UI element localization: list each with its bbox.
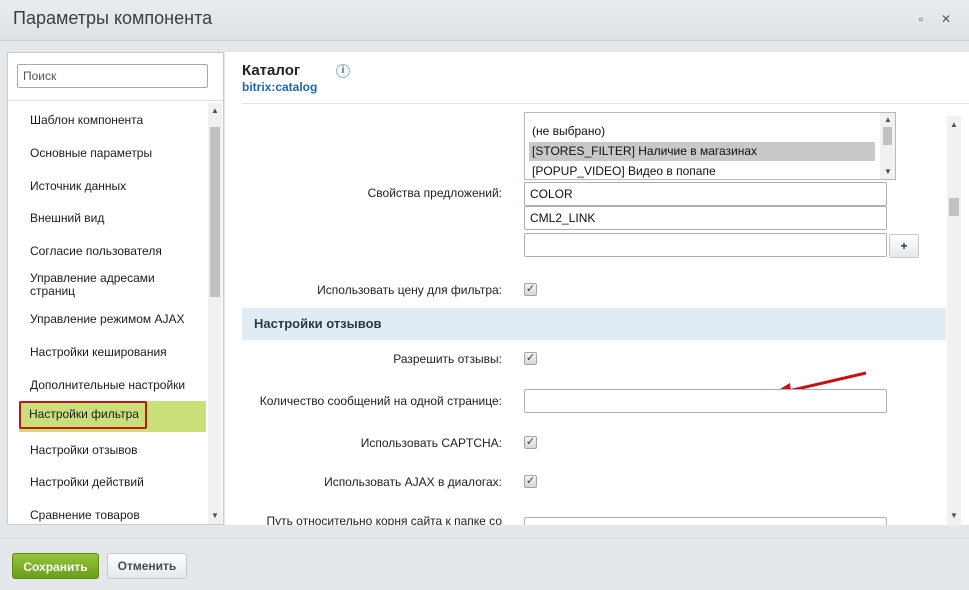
sidebar-item-appearance[interactable]: Внешний вид bbox=[19, 212, 206, 225]
multiselect-scrollbar-thumb[interactable] bbox=[883, 127, 892, 145]
sidebar-item-additional[interactable]: Дополнительные настройки bbox=[19, 379, 206, 392]
main-scrollbar-thumb[interactable] bbox=[949, 198, 959, 216]
sidebar-item-label: Управление адресами страниц bbox=[30, 271, 155, 298]
scroll-down-icon[interactable]: ▼ bbox=[950, 511, 958, 520]
use-captcha-label: Использовать CAPTCHA: bbox=[360, 436, 502, 450]
path-label: Путь относительно корня сайта к папке со bbox=[266, 514, 502, 525]
sidebar-item-label: Управление режимом AJAX bbox=[30, 312, 185, 326]
allow-reviews-checkbox[interactable]: ✓ bbox=[524, 352, 537, 365]
reviews-section-header: Настройки отзывов bbox=[242, 308, 946, 340]
scroll-down-icon[interactable]: ▼ bbox=[884, 167, 892, 176]
path-field[interactable] bbox=[524, 517, 887, 525]
sidebar-item-label: Внешний вид bbox=[30, 211, 105, 225]
sidebar-item-label: Источник данных bbox=[30, 179, 127, 193]
offer-prop-field-3[interactable] bbox=[524, 233, 887, 257]
scroll-up-icon[interactable]: ▲ bbox=[211, 106, 219, 115]
sidebar-item-user-consent[interactable]: Согласие пользователя bbox=[19, 245, 206, 258]
offer-prop-field-1[interactable]: COLOR bbox=[524, 182, 887, 206]
multiselect-scrollbar[interactable]: ▲ ▼ bbox=[880, 113, 895, 179]
sidebar-item-label: Настройки отзывов bbox=[30, 443, 138, 457]
scroll-down-icon[interactable]: ▼ bbox=[211, 511, 219, 520]
window-titlebar: Параметры компонента ▫ ✕ bbox=[0, 0, 969, 41]
sidebar-item-label: Согласие пользователя bbox=[30, 244, 162, 258]
messages-per-page-label: Количество сообщений на одной странице: bbox=[259, 394, 502, 408]
sidebar-item-caching[interactable]: Настройки кеширования bbox=[19, 346, 206, 359]
use-ajax-dialogs-checkbox[interactable]: ✓ bbox=[524, 475, 537, 488]
sidebar-item-label: Основные параметры bbox=[30, 146, 153, 160]
sidebar-item-filter-settings[interactable]: Настройки фильтра bbox=[19, 401, 206, 432]
sidebar-divider bbox=[8, 100, 223, 101]
close-icon[interactable]: ✕ bbox=[938, 11, 954, 27]
main-panel: Каталог i bitrix:catalog (не выбрано) [S… bbox=[225, 52, 969, 526]
sidebar-scrollbar[interactable]: ▲ ▼ bbox=[208, 103, 222, 524]
component-name: Каталог bbox=[242, 62, 301, 79]
sidebar-item-label: Дополнительные настройки bbox=[30, 378, 186, 392]
sidebar-item-url-management[interactable]: Управление адресами страниц bbox=[19, 272, 189, 298]
add-field-button[interactable]: + bbox=[889, 234, 919, 258]
search-input[interactable] bbox=[17, 64, 208, 88]
info-icon[interactable]: i bbox=[336, 64, 350, 78]
offer-props-label: Свойства предложений: bbox=[367, 186, 502, 200]
footer-bar: Сохранить Отменить bbox=[0, 538, 969, 590]
multiselect-option[interactable]: (не выбрано) bbox=[529, 122, 875, 141]
maximize-icon[interactable]: ▫ bbox=[913, 11, 929, 27]
scroll-up-icon[interactable]: ▲ bbox=[950, 120, 958, 129]
component-code: bitrix:catalog bbox=[242, 80, 318, 94]
multiselect-option[interactable]: [POPUP_VIDEO] Видео в попапе bbox=[529, 162, 875, 179]
sidebar-scrollbar-thumb[interactable] bbox=[210, 127, 220, 297]
use-price-filter-label: Использовать цену для фильтра: bbox=[317, 283, 502, 297]
allow-reviews-label: Разрешить отзывы: bbox=[393, 352, 502, 366]
sidebar-item-label: Настройки действий bbox=[30, 475, 144, 489]
sidebar-item-ajax-mode[interactable]: Управление режимом AJAX bbox=[19, 313, 206, 326]
sidebar-item-label: Настройки фильтра bbox=[19, 401, 147, 429]
offer-prop-field-2[interactable]: CML2_LINK bbox=[524, 206, 887, 230]
sidebar-item-label: Шаблон компонента bbox=[30, 113, 144, 127]
main-scrollbar[interactable]: ▲ ▼ bbox=[947, 116, 961, 526]
sidebar: Шаблон компонента Основные параметры Ист… bbox=[7, 52, 224, 525]
save-button[interactable]: Сохранить bbox=[12, 553, 99, 579]
use-ajax-dialogs-label: Использовать AJAX в диалогах: bbox=[324, 475, 502, 489]
sidebar-item-label: Сравнение товаров bbox=[30, 508, 140, 522]
window-title: Параметры компонента bbox=[13, 8, 213, 28]
scroll-up-icon[interactable]: ▲ bbox=[884, 115, 892, 124]
sidebar-item-main-params[interactable]: Основные параметры bbox=[19, 147, 206, 160]
sidebar-item-compare[interactable]: Сравнение товаров bbox=[19, 509, 206, 522]
sidebar-item-data-source[interactable]: Источник данных bbox=[19, 180, 206, 193]
sidebar-item-reviews[interactable]: Настройки отзывов bbox=[19, 444, 206, 457]
sidebar-item-label: Настройки кеширования bbox=[30, 345, 167, 359]
offer-props-multiselect[interactable]: (не выбрано) [STORES_FILTER] Наличие в м… bbox=[524, 112, 896, 180]
use-price-filter-checkbox[interactable]: ✓ bbox=[524, 283, 537, 296]
messages-per-page-field[interactable] bbox=[524, 389, 887, 413]
sidebar-nav: Шаблон компонента Основные параметры Ист… bbox=[16, 103, 206, 524]
sidebar-item-actions[interactable]: Настройки действий bbox=[19, 476, 206, 489]
cancel-button[interactable]: Отменить bbox=[107, 553, 187, 579]
use-captcha-checkbox[interactable]: ✓ bbox=[524, 436, 537, 449]
params-form: (не выбрано) [STORES_FILTER] Наличие в м… bbox=[225, 104, 969, 525]
multiselect-option-selected[interactable]: [STORES_FILTER] Наличие в магазинах bbox=[529, 142, 875, 161]
sidebar-item-template[interactable]: Шаблон компонента bbox=[19, 114, 206, 127]
